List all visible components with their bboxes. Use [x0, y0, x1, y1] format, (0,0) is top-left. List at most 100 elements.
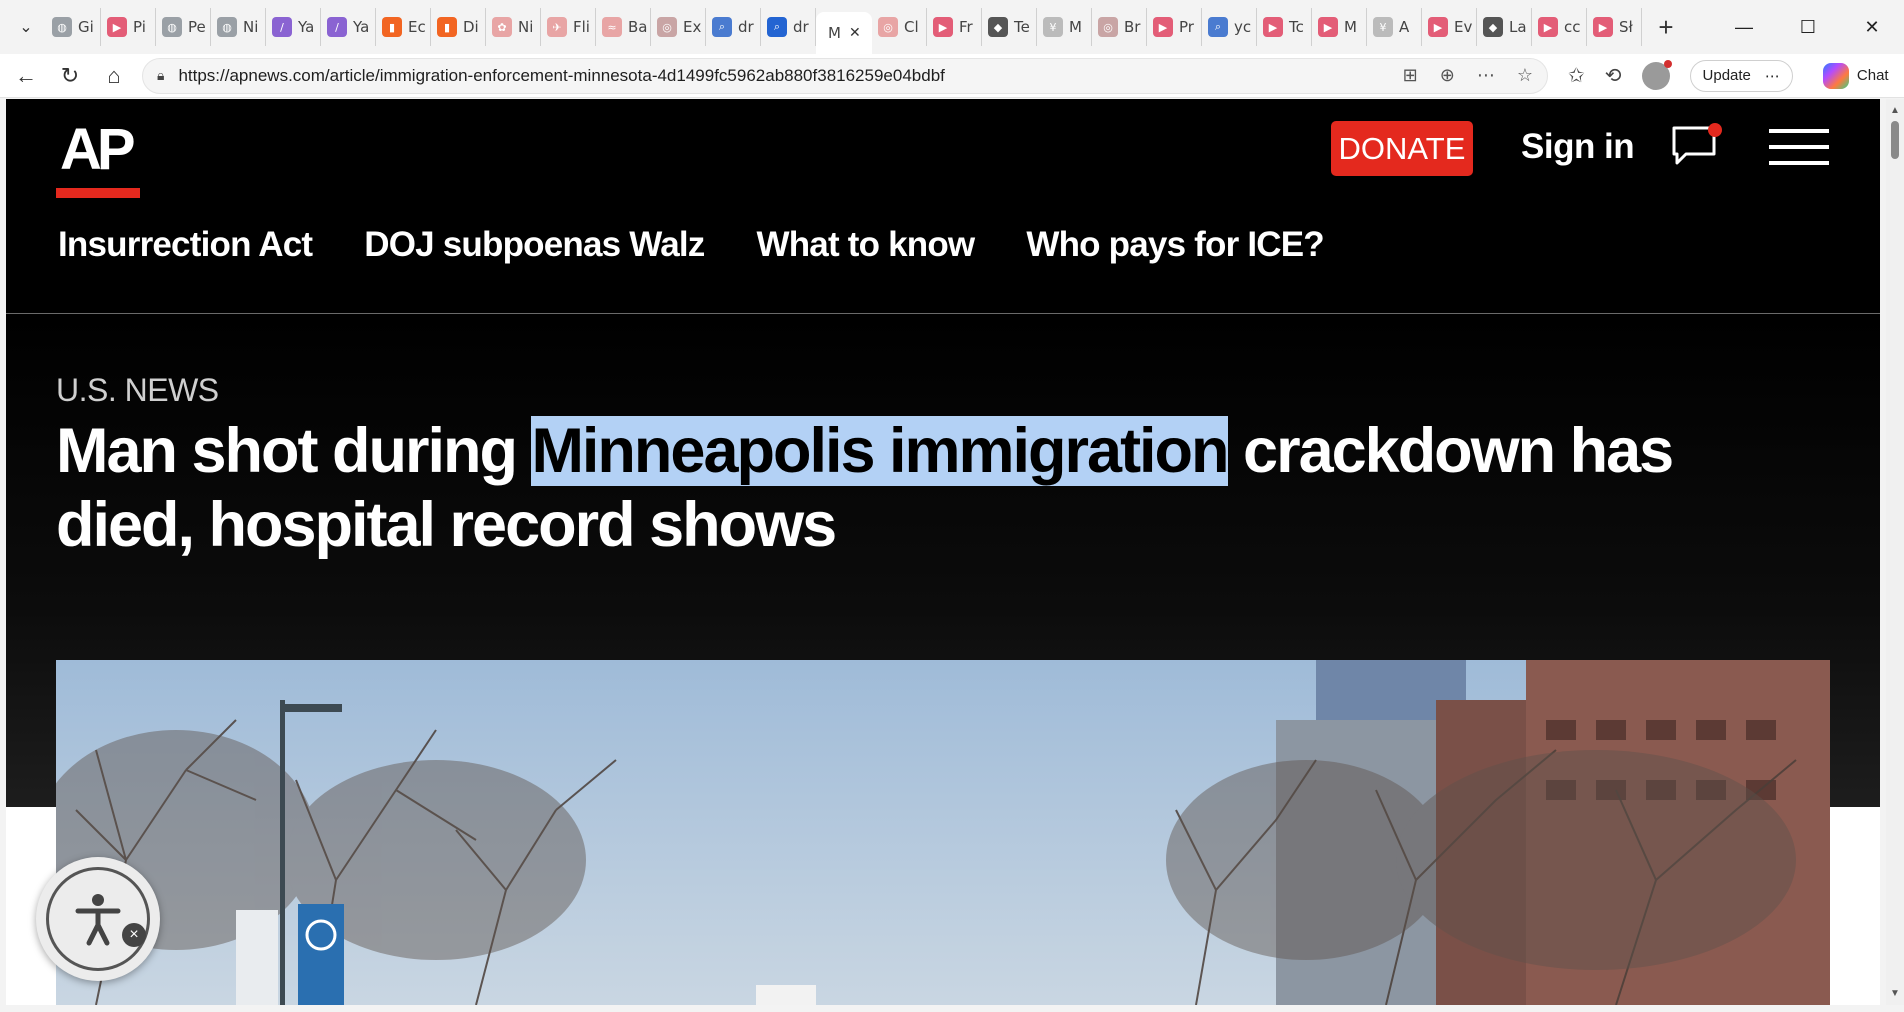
- close-window-button[interactable]: ✕: [1840, 0, 1904, 54]
- tab[interactable]: ▶ Ev: [1422, 8, 1477, 46]
- hamburger-menu-icon[interactable]: [1769, 129, 1829, 165]
- zoom-icon[interactable]: ⊕: [1440, 65, 1455, 86]
- diamond-icon: ◆: [1483, 17, 1503, 37]
- tab[interactable]: ✈ Fli: [541, 8, 596, 46]
- tab[interactable]: ◍ Ni: [211, 8, 266, 46]
- tab-active[interactable]: M ✕: [816, 12, 872, 54]
- tab-title: Ev: [1454, 18, 1473, 36]
- youtube-icon: ▶: [1593, 17, 1613, 37]
- tab[interactable]: / Ya: [321, 8, 376, 46]
- seal-icon: ◎: [657, 17, 677, 37]
- address-bar[interactable]: 🔒︎ https://apnews.com/article/immigratio…: [142, 57, 1548, 94]
- globe-icon: ◍: [52, 17, 72, 37]
- cny-icon: ¥: [1043, 17, 1063, 37]
- update-button[interactable]: Update ⋯: [1689, 59, 1793, 92]
- more-options-icon: ⋯: [1764, 67, 1780, 85]
- topic-link[interactable]: DOJ subpoenas Walz: [364, 225, 705, 265]
- page-viewport: AP DONATE Sign in Insurrection Act DOJ s…: [6, 99, 1880, 1005]
- yahoo-icon: /: [327, 17, 347, 37]
- tab[interactable]: ¥ M: [1037, 8, 1092, 46]
- tab-actions-menu-button[interactable]: ⌄: [6, 7, 46, 47]
- favorite-star-icon[interactable]: ☆: [1517, 65, 1533, 86]
- ap-logo-text: AP: [60, 117, 136, 182]
- url-text[interactable]: https://apnews.com/article/immigration-e…: [178, 66, 1388, 86]
- section-label[interactable]: U.S. NEWS: [56, 372, 219, 409]
- topic-link[interactable]: Insurrection Act: [58, 225, 313, 265]
- tab[interactable]: ◍ Pe: [156, 8, 211, 46]
- ap-logo[interactable]: AP: [56, 102, 140, 198]
- close-tab-icon[interactable]: ✕: [849, 25, 861, 41]
- topic-link[interactable]: Who pays for ICE?: [1026, 225, 1324, 265]
- page-scrollbar[interactable]: ▲ ▼: [1886, 99, 1904, 1005]
- tab[interactable]: ⌕ dr: [706, 8, 761, 46]
- donate-button[interactable]: DONATE: [1331, 121, 1473, 176]
- tab[interactable]: / Ya: [266, 8, 321, 46]
- tab[interactable]: ◎ Cl: [872, 8, 927, 46]
- tab[interactable]: ▶ Pi: [101, 8, 156, 46]
- profile-avatar[interactable]: [1641, 59, 1672, 90]
- close-widget-icon[interactable]: ×: [122, 923, 146, 947]
- tab[interactable]: ⌕ dr: [761, 8, 816, 46]
- tab[interactable]: ▶ M: [1312, 8, 1367, 46]
- tab-title: Fli: [573, 18, 590, 36]
- tab-title: M: [1069, 18, 1082, 36]
- headline-highlighted-text: Minneapolis immigration: [531, 416, 1230, 486]
- tab-title: Pe: [188, 18, 206, 36]
- tab[interactable]: ◆ Te: [982, 8, 1037, 46]
- youtube-icon: ▶: [1318, 17, 1338, 37]
- tab[interactable]: ⌕ yc: [1202, 8, 1257, 46]
- tab-title: Br: [1124, 18, 1141, 36]
- tab[interactable]: ▶ Tc: [1257, 8, 1312, 46]
- site-info-icon[interactable]: 🔒︎: [157, 67, 164, 84]
- tab[interactable]: ¥ A: [1367, 8, 1422, 46]
- tab[interactable]: ▶ Sł: [1587, 8, 1642, 46]
- scroll-up-arrow-icon[interactable]: ▲: [1890, 105, 1900, 116]
- trending-topics-nav: Insurrection Act DOJ subpoenas Walz What…: [58, 225, 1325, 265]
- tab[interactable]: ◆ La: [1477, 8, 1532, 46]
- globe-icon: ◍: [217, 17, 237, 37]
- copilot-chat-button[interactable]: Chat: [1822, 62, 1889, 89]
- maximize-button[interactable]: ☐: [1776, 0, 1840, 54]
- tab-title: Ex: [683, 18, 702, 36]
- update-label: Update: [1702, 67, 1751, 84]
- tab-title: Ya: [353, 18, 370, 36]
- tab[interactable]: ◍ Gi: [46, 8, 101, 46]
- tab[interactable]: ▶ cc: [1532, 8, 1587, 46]
- tab[interactable]: ▶ Fr: [927, 8, 982, 46]
- sign-in-link[interactable]: Sign in: [1521, 127, 1635, 167]
- tab[interactable]: ◎ Br: [1092, 8, 1147, 46]
- tab-title: Fr: [959, 18, 973, 36]
- yahoo-icon: /: [272, 17, 292, 37]
- maple-icon: ✿: [492, 17, 512, 37]
- new-tab-button[interactable]: +: [1646, 7, 1686, 47]
- headline-text: Man shot during: [56, 416, 532, 486]
- scroll-down-arrow-icon[interactable]: ▼: [1890, 988, 1900, 999]
- tab[interactable]: ▮ Di: [431, 8, 486, 46]
- back-button[interactable]: ←: [4, 58, 48, 94]
- scrollbar-thumb[interactable]: [1891, 121, 1899, 159]
- more-tools-icon[interactable]: ⋯: [1477, 65, 1495, 86]
- accessibility-icon: [46, 867, 150, 971]
- chat-label: Chat: [1856, 67, 1889, 84]
- youtube-icon: ▶: [1538, 17, 1558, 37]
- topic-link[interactable]: What to know: [756, 225, 975, 265]
- tab[interactable]: ▮ Ec: [376, 8, 431, 46]
- favorites-icon[interactable]: ✩: [1568, 63, 1585, 88]
- tab-title: Pr: [1179, 18, 1194, 36]
- tab[interactable]: ✿ Ni: [486, 8, 541, 46]
- refresh-button[interactable]: ↻: [48, 58, 92, 94]
- notification-dot: [1663, 59, 1672, 68]
- minimize-button[interactable]: —: [1712, 0, 1776, 54]
- app-available-icon[interactable]: ⊞: [1403, 65, 1418, 86]
- history-icon[interactable]: ⟲: [1605, 63, 1622, 88]
- youtube-icon: ▶: [1428, 17, 1448, 37]
- tab[interactable]: ≈ Ba: [596, 8, 651, 46]
- tab[interactable]: ▶ Pr: [1147, 8, 1202, 46]
- tab-title: Ec: [408, 18, 426, 36]
- home-button[interactable]: ⌂: [92, 58, 136, 94]
- tab[interactable]: ◎ Ex: [651, 8, 706, 46]
- bookmark-icon: ▮: [382, 17, 402, 37]
- feedback-chat-icon[interactable]: [1671, 123, 1723, 167]
- accessibility-widget-button[interactable]: ×: [36, 857, 160, 981]
- tab-title: Ni: [518, 18, 534, 36]
